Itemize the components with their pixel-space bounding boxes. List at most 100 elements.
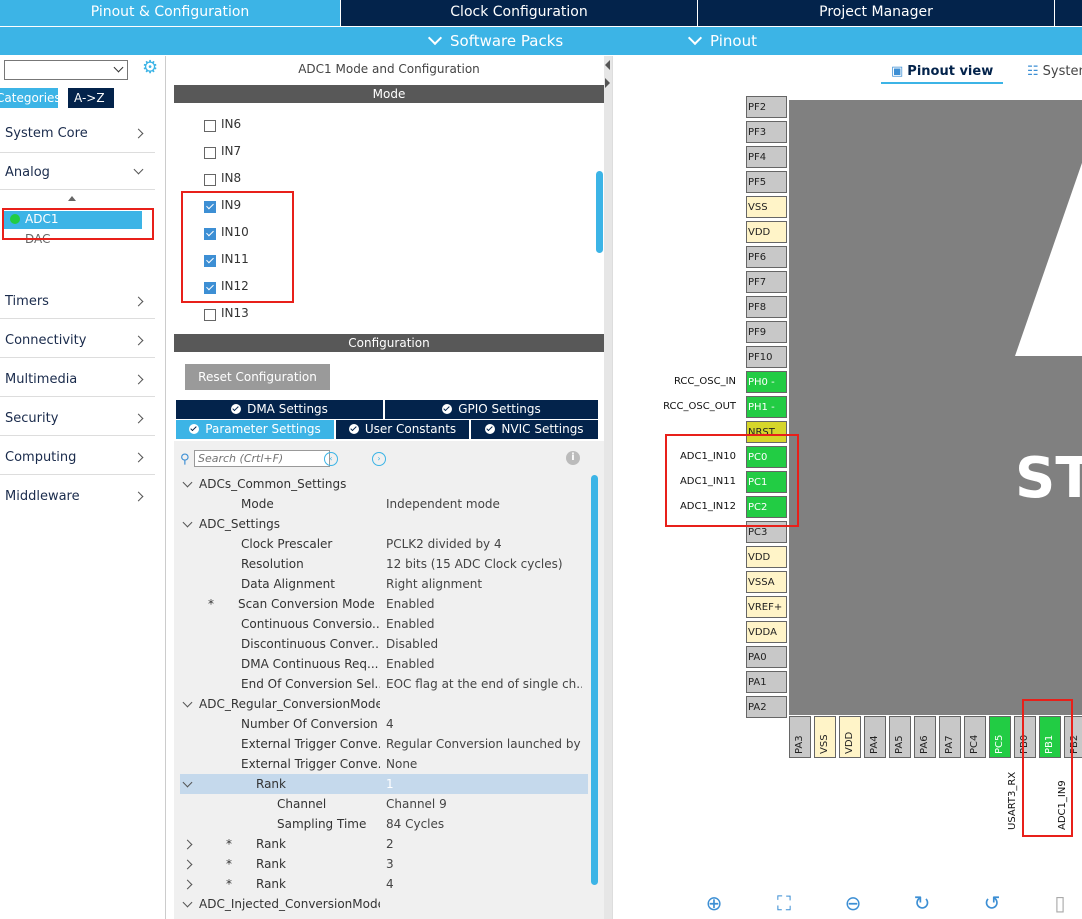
parameter-row[interactable]: * Scan Conversion Mode Enabled bbox=[174, 594, 584, 614]
pin[interactable]: VDD bbox=[746, 221, 787, 243]
chevron-down-icon[interactable] bbox=[182, 697, 193, 708]
parameter-value[interactable]: PCLK2 divided by 4 bbox=[386, 534, 582, 554]
split-view-icon[interactable]: ▯ bbox=[1049, 892, 1071, 914]
mode-checkbox[interactable] bbox=[204, 147, 216, 159]
pin[interactable]: PF2 bbox=[746, 96, 787, 118]
parameter-row[interactable]: * Rank 2 bbox=[174, 834, 584, 854]
parameter-row[interactable]: DMA Continuous Req... Enabled bbox=[174, 654, 584, 674]
parameter-value[interactable]: Regular Conversion launched by ... bbox=[386, 734, 582, 754]
info-icon[interactable]: i bbox=[566, 451, 580, 465]
chevron-down-icon[interactable] bbox=[182, 777, 193, 788]
pin[interactable]: VREF+ bbox=[746, 596, 787, 618]
pin[interactable]: VSSA bbox=[746, 571, 787, 593]
category-timers[interactable]: Timers bbox=[0, 292, 158, 312]
parameter-row[interactable]: ADC_Settings bbox=[174, 514, 584, 534]
pin[interactable]: PF3 bbox=[746, 121, 787, 143]
category-security[interactable]: Security bbox=[0, 409, 158, 429]
tab-user-constants[interactable]: User Constants bbox=[336, 420, 469, 439]
pin[interactable]: PF10 bbox=[746, 346, 787, 368]
pin[interactable]: PF9 bbox=[746, 321, 787, 343]
tab-system-view[interactable]: ☷System view bbox=[1027, 62, 1082, 82]
tab-dma-settings[interactable]: DMA Settings bbox=[176, 400, 383, 419]
parameter-search-input[interactable] bbox=[194, 450, 330, 467]
pin[interactable]: PA7 bbox=[939, 716, 961, 758]
pin[interactable]: VSS bbox=[814, 716, 836, 758]
pin[interactable]: PF8 bbox=[746, 296, 787, 318]
parameter-value[interactable]: 4 bbox=[386, 714, 582, 734]
parameter-row[interactable]: Mode Independent mode bbox=[174, 494, 584, 514]
chevron-right-icon[interactable] bbox=[182, 859, 193, 870]
expand-right-icon[interactable] bbox=[605, 78, 610, 88]
pin[interactable]: VSS bbox=[746, 196, 787, 218]
sort-up-icon[interactable] bbox=[68, 196, 76, 201]
chevron-right-icon[interactable] bbox=[182, 879, 193, 890]
category-analog[interactable]: Analog bbox=[0, 163, 158, 183]
parameter-row[interactable]: ADC_Regular_ConversionMode bbox=[174, 694, 584, 714]
parameter-value[interactable]: Enabled bbox=[386, 614, 582, 634]
collapse-left-icon[interactable] bbox=[605, 60, 610, 70]
parameter-row[interactable]: Channel Channel 9 bbox=[174, 794, 584, 814]
pinout-menu[interactable]: Pinout bbox=[687, 27, 757, 55]
mode-checkbox[interactable] bbox=[204, 174, 216, 186]
parameter-value[interactable]: 2 bbox=[386, 834, 582, 854]
prev-match-icon[interactable]: ‹ bbox=[324, 452, 338, 466]
parameter-row[interactable]: External Trigger Conve... None bbox=[174, 754, 584, 774]
category-connectivity[interactable]: Connectivity bbox=[0, 331, 158, 351]
parameter-row[interactable]: External Trigger Conve... Regular Convers… bbox=[174, 734, 584, 754]
pin[interactable]: PF4 bbox=[746, 146, 787, 168]
parameter-value[interactable]: Enabled bbox=[386, 594, 582, 614]
parameter-value[interactable]: 12 bits (15 ADC Clock cycles) bbox=[386, 554, 582, 574]
parameter-row[interactable]: * Rank 3 bbox=[174, 854, 584, 874]
pin[interactable]: VDD bbox=[839, 716, 861, 758]
chevron-down-icon[interactable] bbox=[182, 517, 193, 528]
pin[interactable]: PA4 bbox=[864, 716, 886, 758]
fit-to-screen-icon[interactable]: ⛶ bbox=[773, 892, 795, 914]
tab-pinout-view[interactable]: ▣ Pinout view bbox=[881, 62, 1004, 84]
parameter-row[interactable]: ADCs_Common_Settings bbox=[174, 474, 584, 494]
category-system-core[interactable]: System Core bbox=[0, 124, 158, 144]
software-packs-menu[interactable]: Software Packs bbox=[427, 27, 563, 55]
parameter-row[interactable]: Discontinuous Conver... Disabled bbox=[174, 634, 584, 654]
tab-clock-configuration[interactable]: Clock Configuration bbox=[341, 0, 697, 26]
category-middleware[interactable]: Middleware bbox=[0, 487, 158, 507]
chevron-down-icon[interactable] bbox=[182, 477, 193, 488]
parameter-scrollbar[interactable] bbox=[591, 475, 598, 885]
parameter-value[interactable]: 1 bbox=[386, 774, 582, 794]
rotate-right-icon[interactable]: ↻ bbox=[911, 892, 933, 914]
panel-splitter[interactable] bbox=[604, 56, 612, 919]
zoom-out-icon[interactable]: ⊖ bbox=[842, 892, 864, 914]
chevron-right-icon[interactable] bbox=[182, 839, 193, 850]
pin[interactable]: PH1 - bbox=[746, 396, 787, 418]
tab-gpio-settings[interactable]: GPIO Settings bbox=[385, 400, 598, 419]
category-computing[interactable]: Computing bbox=[0, 448, 158, 468]
parameter-value[interactable]: 4 bbox=[386, 874, 582, 894]
pin[interactable]: PF6 bbox=[746, 246, 787, 268]
parameter-row[interactable]: * Rank 4 bbox=[174, 874, 584, 894]
zoom-in-icon[interactable]: ⊕ bbox=[703, 892, 725, 914]
parameter-value[interactable]: Channel 9 bbox=[386, 794, 582, 814]
parameter-value[interactable]: None bbox=[386, 754, 582, 774]
parameter-row[interactable]: Data Alignment Right alignment bbox=[174, 574, 584, 594]
parameter-value[interactable]: Disabled bbox=[386, 634, 582, 654]
next-match-icon[interactable]: › bbox=[372, 452, 386, 466]
tab-project-manager[interactable]: Project Manager bbox=[698, 0, 1054, 26]
gear-icon[interactable]: ⚙ bbox=[142, 59, 160, 77]
tab-a-z[interactable]: A->Z bbox=[68, 88, 114, 108]
pin[interactable]: PA5 bbox=[889, 716, 911, 758]
parameter-value[interactable]: Enabled bbox=[386, 654, 582, 674]
chevron-down-icon[interactable] bbox=[182, 897, 193, 908]
category-search-select[interactable] bbox=[4, 60, 128, 80]
parameter-row[interactable]: Continuous Conversio... Enabled bbox=[174, 614, 584, 634]
parameter-value[interactable]: Independent mode bbox=[386, 494, 582, 514]
mode-checkbox[interactable] bbox=[204, 309, 216, 321]
tab-categories[interactable]: Categories bbox=[0, 88, 61, 108]
tab-nvic-settings[interactable]: NVIC Settings bbox=[471, 420, 598, 439]
parameter-value[interactable]: Right alignment bbox=[386, 574, 582, 594]
pin[interactable]: PA6 bbox=[914, 716, 936, 758]
pin[interactable]: PA3 bbox=[789, 716, 811, 758]
tab-parameter-settings[interactable]: Parameter Settings bbox=[176, 420, 334, 439]
pin[interactable]: PA0 bbox=[746, 646, 787, 668]
parameter-row[interactable]: Clock Prescaler PCLK2 divided by 4 bbox=[174, 534, 584, 554]
pin[interactable]: VDDA bbox=[746, 621, 787, 643]
rotate-left-icon[interactable]: ↺ bbox=[981, 892, 1003, 914]
